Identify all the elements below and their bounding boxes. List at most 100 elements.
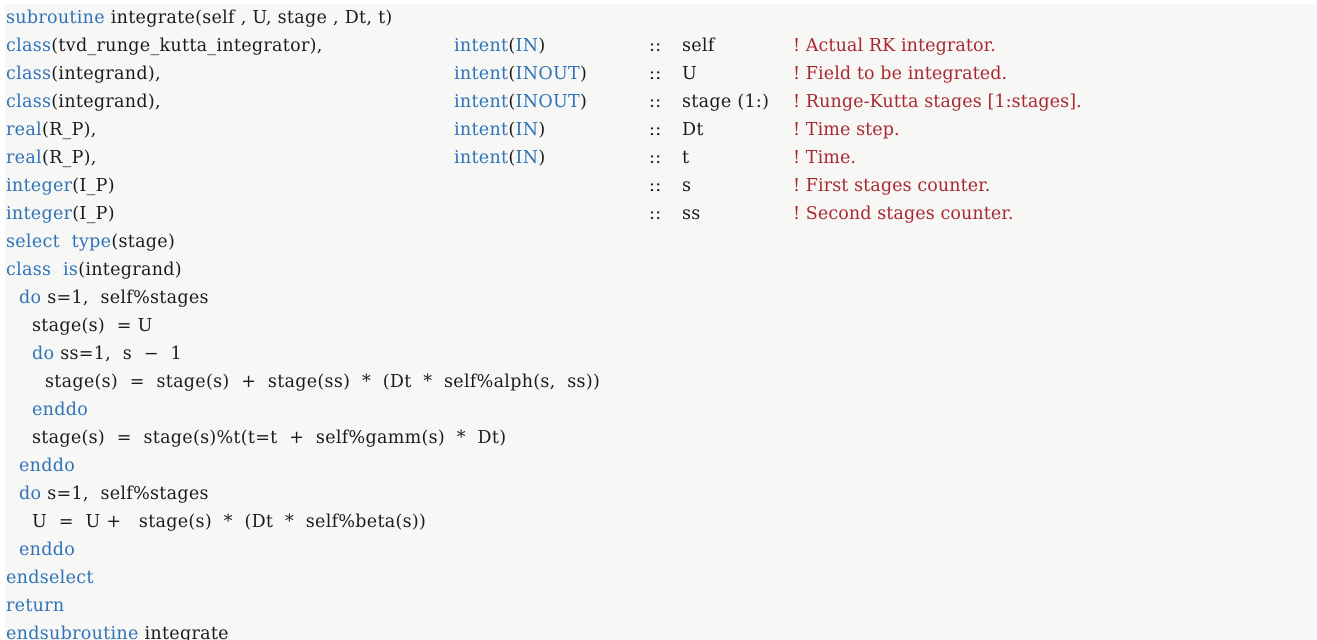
statement-body: s=1, self%stages — [41, 288, 209, 308]
intent-close-paren: ) — [538, 148, 546, 168]
declaration-type: real(R_P), — [6, 120, 97, 140]
intent-attribute: intent(IN) — [454, 116, 545, 144]
declaration-separator: :: — [649, 204, 662, 224]
statement-body: ss=1, s − 1 — [54, 344, 182, 364]
code-line: do s=1, self%stages — [6, 284, 1317, 312]
code-comment: ! First stages counter. — [793, 176, 991, 196]
code-line: select type(stage) — [6, 228, 1317, 256]
type-spec: (tvd_runge_kutta_integrator), — [51, 36, 323, 56]
statement-body: (stage) — [111, 232, 176, 252]
intent-attribute: intent(IN) — [454, 144, 545, 172]
declaration-type: class(integrand), — [6, 64, 161, 84]
type-spec: (R_P), — [41, 120, 97, 140]
declared-variable: ss — [682, 204, 701, 224]
statement-keyword: do — [32, 344, 55, 364]
code-line: do s=1, self%stages — [6, 480, 1317, 508]
code-line: integer(I_P):: ss ! Second stages counter. — [6, 200, 1317, 228]
statement: subroutine integrate(self , U, stage , D… — [6, 4, 393, 32]
declared-variable: s — [682, 176, 692, 196]
type-keyword: real — [6, 148, 42, 168]
intent-keyword: intent — [454, 120, 509, 140]
intent-attribute: intent(IN) — [454, 32, 545, 60]
statement-body: (integrand) — [78, 260, 182, 280]
statement: do ss=1, s − 1 — [32, 340, 182, 368]
intent-open-paren: ( — [508, 92, 516, 112]
intent-open-paren: ( — [508, 64, 516, 84]
declaration-type: class(integrand), — [6, 92, 161, 112]
statement: U = U + stage(s) * (Dt * self%beta(s)) — [32, 508, 426, 536]
declaration-type: class(tvd_runge_kutta_integrator), — [6, 36, 323, 56]
intent-value: IN — [515, 148, 539, 168]
statement-keyword: return — [6, 596, 65, 616]
statement: stage(s) = U — [32, 312, 153, 340]
declaration-type: integer(I_P) — [6, 204, 115, 224]
statement-keyword: class is — [6, 260, 79, 280]
statement-keyword: endsubroutine — [6, 624, 139, 640]
statement: select type(stage) — [6, 228, 175, 256]
intent-keyword: intent — [454, 36, 509, 56]
intent-close-paren: ) — [538, 120, 546, 140]
declaration-separator: :: — [649, 120, 662, 140]
code-comment: ! Time step. — [793, 120, 900, 140]
code-line: subroutine integrate(self , U, stage , D… — [6, 4, 1317, 32]
statement: return — [6, 592, 64, 620]
statement-body: s=1, self%stages — [41, 484, 209, 504]
code-line: integer(I_P):: s ! First stages counter. — [6, 172, 1317, 200]
code-line: stage(s) = stage(s)%t(t=t + self%gamm(s)… — [6, 424, 1317, 452]
declaration-separator: :: — [649, 176, 662, 196]
code-line: class(tvd_runge_kutta_integrator), intent… — [6, 32, 1317, 60]
statement: do s=1, self%stages — [19, 284, 209, 312]
statement-body: stage(s) = stage(s) + stage(ss) * (Dt * … — [45, 372, 601, 392]
declaration-separator: :: — [649, 36, 662, 56]
intent-value: INOUT — [515, 92, 581, 112]
statement-keyword: enddo — [32, 400, 89, 420]
intent-value: IN — [515, 36, 539, 56]
type-keyword: real — [6, 120, 42, 140]
statement: enddo — [19, 536, 75, 564]
intent-close-paren: ) — [580, 64, 588, 84]
type-spec: (integrand), — [51, 64, 161, 84]
type-spec: (I_P) — [72, 176, 115, 196]
statement-keyword: subroutine — [6, 8, 105, 28]
statement-body: stage(s) = stage(s)%t(t=t + self%gamm(s)… — [32, 428, 507, 448]
code-line: class is(integrand) — [6, 256, 1317, 284]
statement: stage(s) = stage(s) + stage(ss) * (Dt * … — [45, 368, 600, 396]
code-comment: ! Time. — [793, 148, 857, 168]
code-line: U = U + stage(s) * (Dt * self%beta(s)) — [6, 508, 1317, 536]
intent-open-paren: ( — [508, 36, 516, 56]
declaration-type: integer(I_P) — [6, 176, 115, 196]
intent-value: INOUT — [515, 64, 581, 84]
intent-keyword: intent — [454, 148, 509, 168]
code-line: stage(s) = U — [6, 312, 1317, 340]
statement-keyword: do — [19, 484, 42, 504]
code-line: endsubroutine integrate — [6, 620, 1317, 640]
type-spec: (R_P), — [41, 148, 97, 168]
declared-variable: Dt — [682, 120, 704, 140]
code-comment: ! Field to be integrated. — [793, 64, 1008, 84]
code-line: endselect — [6, 564, 1317, 592]
statement: do s=1, self%stages — [19, 480, 209, 508]
code-line: class(integrand), intent(INOUT):: stage (1… — [6, 88, 1317, 116]
code-line: real(R_P), intent(IN):: Dt ! Time step. — [6, 116, 1317, 144]
intent-close-paren: ) — [580, 92, 588, 112]
type-keyword: class — [6, 36, 52, 56]
code-listing-page: subroutine integrate(self , U, stage , D… — [0, 0, 1317, 640]
statement-keyword: endselect — [6, 568, 94, 588]
declaration-separator: :: — [649, 64, 662, 84]
intent-attribute: intent(INOUT) — [454, 88, 587, 116]
statement: enddo — [19, 452, 75, 480]
type-spec: (I_P) — [72, 204, 115, 224]
statement-keyword: do — [19, 288, 42, 308]
statement: enddo — [32, 396, 88, 424]
intent-open-paren: ( — [508, 120, 516, 140]
code-comment: ! Actual RK integrator. — [793, 36, 996, 56]
intent-close-paren: ) — [538, 36, 546, 56]
code-line: real(R_P), intent(IN):: t ! Time. — [6, 144, 1317, 172]
type-keyword: integer — [6, 176, 73, 196]
code-line: class(integrand), intent(INOUT):: U ! Field… — [6, 60, 1317, 88]
declared-variable: t — [682, 148, 690, 168]
statement-keyword: enddo — [19, 540, 76, 560]
declared-variable: U — [682, 64, 698, 84]
code-line: enddo — [6, 396, 1317, 424]
intent-keyword: intent — [454, 92, 509, 112]
